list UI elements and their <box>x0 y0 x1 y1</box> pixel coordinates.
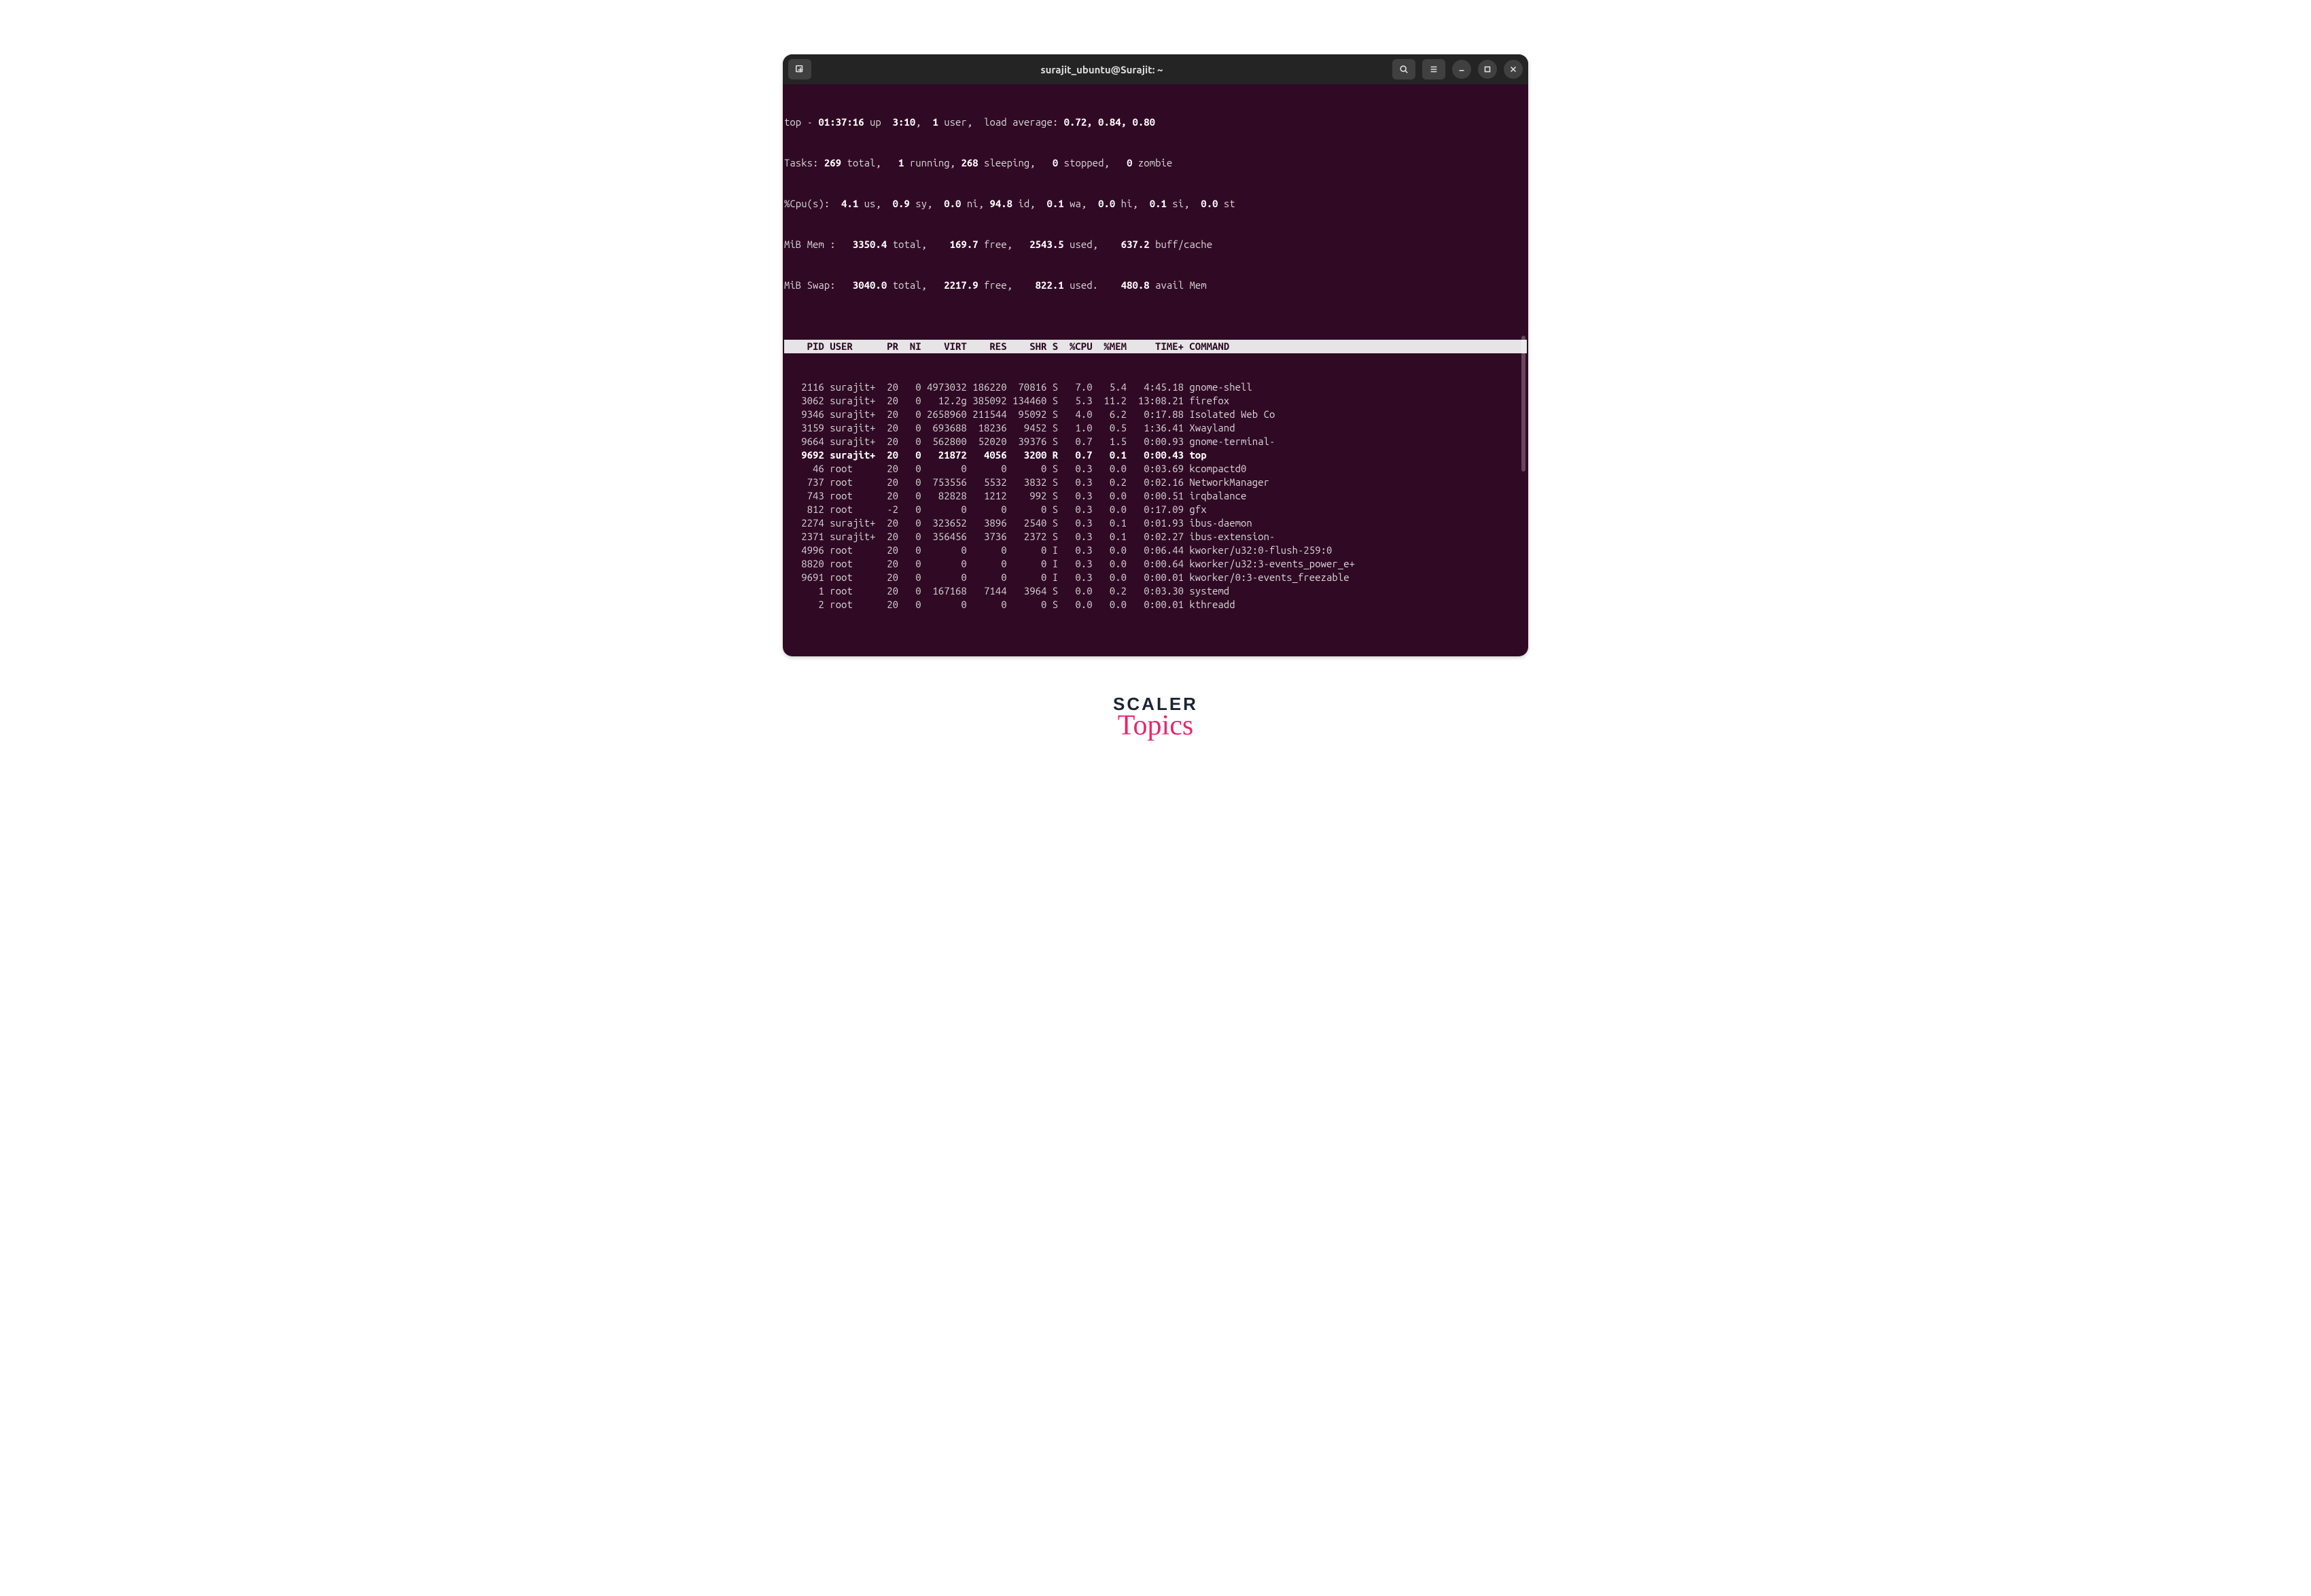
process-row[interactable]: 2 root 20 0 0 0 0 S 0.0 0.0 0:00.01 kthr… <box>784 598 1527 611</box>
summary-swap: MiB Swap: 3040.0 total, 2217.9 free, 822… <box>784 279 1527 292</box>
process-row[interactable]: 743 root 20 0 82828 1212 992 S 0.3 0.0 0… <box>784 489 1527 503</box>
process-row[interactable]: 3159 surajit+ 20 0 693688 18236 9452 S 1… <box>784 421 1527 435</box>
terminal-window: surajit_ubuntu@Surajit: ~ top - 01:37:16… <box>783 54 1528 656</box>
process-row[interactable]: 2371 surajit+ 20 0 356456 3736 2372 S 0.… <box>784 530 1527 544</box>
summary-mem: MiB Mem : 3350.4 total, 169.7 free, 2543… <box>784 238 1527 251</box>
new-tab-button[interactable] <box>788 59 811 79</box>
scrollbar[interactable] <box>1521 336 1525 472</box>
process-row[interactable]: 9664 surajit+ 20 0 562800 52020 39376 S … <box>784 435 1527 448</box>
window-title: surajit_ubuntu@Surajit: ~ <box>817 64 1387 75</box>
search-button[interactable] <box>1392 59 1415 79</box>
process-row[interactable]: 812 root -2 0 0 0 0 S 0.3 0.0 0:17.09 gf… <box>784 503 1527 516</box>
process-row[interactable]: 3062 surajit+ 20 0 12.2g 385092 134460 S… <box>784 394 1527 408</box>
minimize-button[interactable] <box>1452 60 1471 79</box>
menu-button[interactable] <box>1422 59 1445 79</box>
maximize-button[interactable] <box>1478 60 1497 79</box>
process-row[interactable]: 4996 root 20 0 0 0 0 I 0.3 0.0 0:06.44 k… <box>784 544 1527 557</box>
close-button[interactable] <box>1504 60 1523 79</box>
summary-uptime: top - 01:37:16 up 3:10, 1 user, load ave… <box>784 116 1527 129</box>
titlebar: surajit_ubuntu@Surajit: ~ <box>783 54 1528 84</box>
process-row[interactable]: 9692 surajit+ 20 0 21872 4056 3200 R 0.7… <box>784 448 1527 462</box>
process-header[interactable]: PID USER PR NI VIRT RES SHR S %CPU %MEM … <box>784 340 1527 353</box>
process-row[interactable]: 1 root 20 0 167168 7144 3964 S 0.0 0.2 0… <box>784 584 1527 598</box>
titlebar-controls <box>1392 59 1523 79</box>
scaler-topics-logo: SCALER Topics <box>1113 694 1198 736</box>
process-row[interactable]: 9691 root 20 0 0 0 0 I 0.3 0.0 0:00.01 k… <box>784 571 1527 584</box>
process-list: 2116 surajit+ 20 0 4973032 186220 70816 … <box>784 380 1527 611</box>
terminal-content[interactable]: top - 01:37:16 up 3:10, 1 user, load ave… <box>783 84 1528 656</box>
process-row[interactable]: 737 root 20 0 753556 5532 3832 S 0.3 0.2… <box>784 476 1527 489</box>
summary-cpu: %Cpu(s): 4.1 us, 0.9 sy, 0.0 ni, 94.8 id… <box>784 197 1527 211</box>
summary-tasks: Tasks: 269 total, 1 running, 268 sleepin… <box>784 156 1527 170</box>
logo-topics: Topics <box>1113 716 1198 736</box>
process-row[interactable]: 2274 surajit+ 20 0 323652 3896 2540 S 0.… <box>784 516 1527 530</box>
process-row[interactable]: 9346 surajit+ 20 0 2658960 211544 95092 … <box>784 408 1527 421</box>
process-row[interactable]: 8820 root 20 0 0 0 0 I 0.3 0.0 0:00.64 k… <box>784 557 1527 571</box>
process-row[interactable]: 46 root 20 0 0 0 0 S 0.3 0.0 0:03.69 kco… <box>784 462 1527 476</box>
process-row[interactable]: 2116 surajit+ 20 0 4973032 186220 70816 … <box>784 380 1527 394</box>
